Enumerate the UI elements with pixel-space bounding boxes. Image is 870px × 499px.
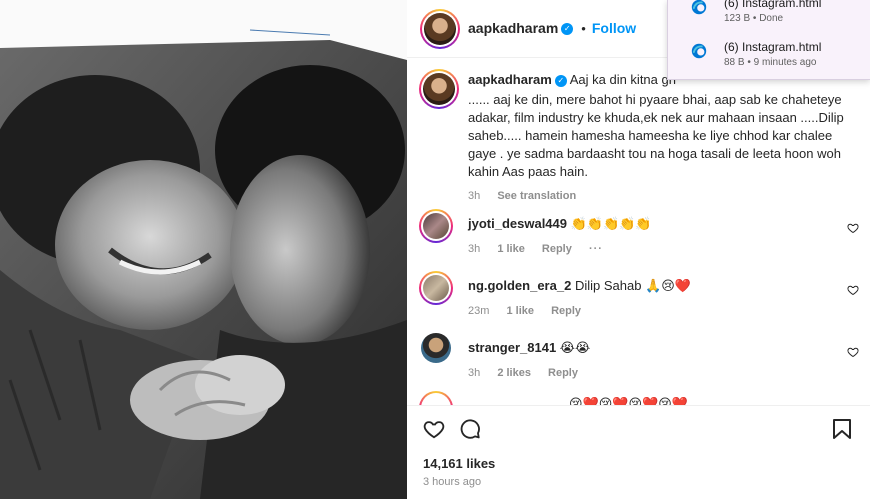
post-caption: aapkadharam ✓ Aaj ka din kitna gh ...... … xyxy=(419,69,859,202)
download-item[interactable]: (6) Instagram.html 123 B • Done xyxy=(668,0,870,28)
comment-text: 😭😭 xyxy=(559,340,591,355)
caption-time: 3h xyxy=(468,190,481,202)
comment-avatar[interactable] xyxy=(419,209,453,243)
comment-username[interactable]: ng.golden_era_2 xyxy=(468,278,571,293)
see-translation-link[interactable]: See translation xyxy=(497,190,576,202)
comment-time: 3h xyxy=(468,367,481,379)
comment-text: 😢❤️😢❤️😢❤️😢❤️ xyxy=(569,396,688,405)
author-username[interactable]: aapkadharam xyxy=(468,20,558,36)
comment-text: Dilip Sahab 🙏😢❤️ xyxy=(574,278,691,293)
comment-item: ng.golden_era_2 Dilip Sahab 🙏😢❤️ 23m 1 l… xyxy=(419,271,859,321)
like-icon[interactable] xyxy=(423,418,445,440)
download-name: (6) Instagram.html xyxy=(724,40,822,54)
like-comment-icon[interactable] xyxy=(847,346,859,358)
edge-file-icon xyxy=(691,0,707,15)
post-actions: 14,161 likes 3 hours ago xyxy=(407,405,870,499)
author-avatar[interactable] xyxy=(420,9,460,49)
comment-text: 👏👏👏👏👏 xyxy=(570,216,652,231)
post-photo[interactable] xyxy=(0,0,407,499)
comments-list[interactable]: aapkadharam ✓ Aaj ka din kitna gh ...... … xyxy=(407,59,870,405)
caption-avatar[interactable] xyxy=(419,69,459,109)
bookmark-icon[interactable] xyxy=(832,418,852,440)
separator-dot: • xyxy=(581,21,586,36)
post-time: 3 hours ago xyxy=(423,476,482,488)
follow-button[interactable]: Follow xyxy=(592,20,636,36)
reply-button[interactable]: Reply xyxy=(551,305,581,317)
download-status: 88 B • 9 minutes ago xyxy=(724,57,817,68)
reply-button[interactable]: Reply xyxy=(542,243,572,255)
reply-button[interactable]: Reply xyxy=(548,367,578,379)
comment-avatar[interactable] xyxy=(421,333,451,363)
photo-illustration xyxy=(0,0,407,499)
more-options-button[interactable]: ··· xyxy=(589,243,603,255)
verified-icon: ✓ xyxy=(554,74,567,87)
comment-item: 😢❤️😢❤️😢❤️😢❤️ xyxy=(419,391,859,405)
comment-time: 23m xyxy=(468,305,490,317)
edge-file-icon xyxy=(691,43,707,59)
comment-avatar[interactable] xyxy=(419,271,453,305)
caption-lead-text: Aaj ka din kitna gh xyxy=(569,72,676,87)
comment-username[interactable]: stranger_8141 xyxy=(468,340,556,355)
comment-username[interactable]: jyoti_deswal449 xyxy=(468,216,567,231)
comment-item: jyoti_deswal449 👏👏👏👏👏 3h 1 like Reply ··… xyxy=(419,209,859,259)
comment-avatar[interactable] xyxy=(419,391,453,405)
like-comment-icon[interactable] xyxy=(847,284,859,296)
like-comment-icon[interactable] xyxy=(847,222,859,234)
comment-likes[interactable]: 2 likes xyxy=(497,367,531,379)
download-name: (6) Instagram.html xyxy=(724,0,822,10)
download-status: 123 B • Done xyxy=(724,13,784,24)
comment-item: stranger_8141 😭😭 3h 2 likes Reply xyxy=(419,333,859,383)
downloads-popup: (6) Instagram.html 123 B • Done (6) Inst… xyxy=(667,0,870,80)
caption-username[interactable]: aapkadharam xyxy=(468,72,552,87)
download-item[interactable]: (6) Instagram.html 88 B • 9 minutes ago xyxy=(668,36,870,72)
verified-icon: ✓ xyxy=(561,22,574,35)
comment-likes[interactable]: 1 like xyxy=(506,305,534,317)
caption-text: ...... aaj ke din, mere bahot hi pyaare … xyxy=(468,92,844,179)
comment-icon[interactable] xyxy=(459,418,481,440)
comment-likes[interactable]: 1 like xyxy=(497,243,525,255)
comment-time: 3h xyxy=(468,243,481,255)
likes-count[interactable]: 14,161 likes xyxy=(423,456,495,471)
